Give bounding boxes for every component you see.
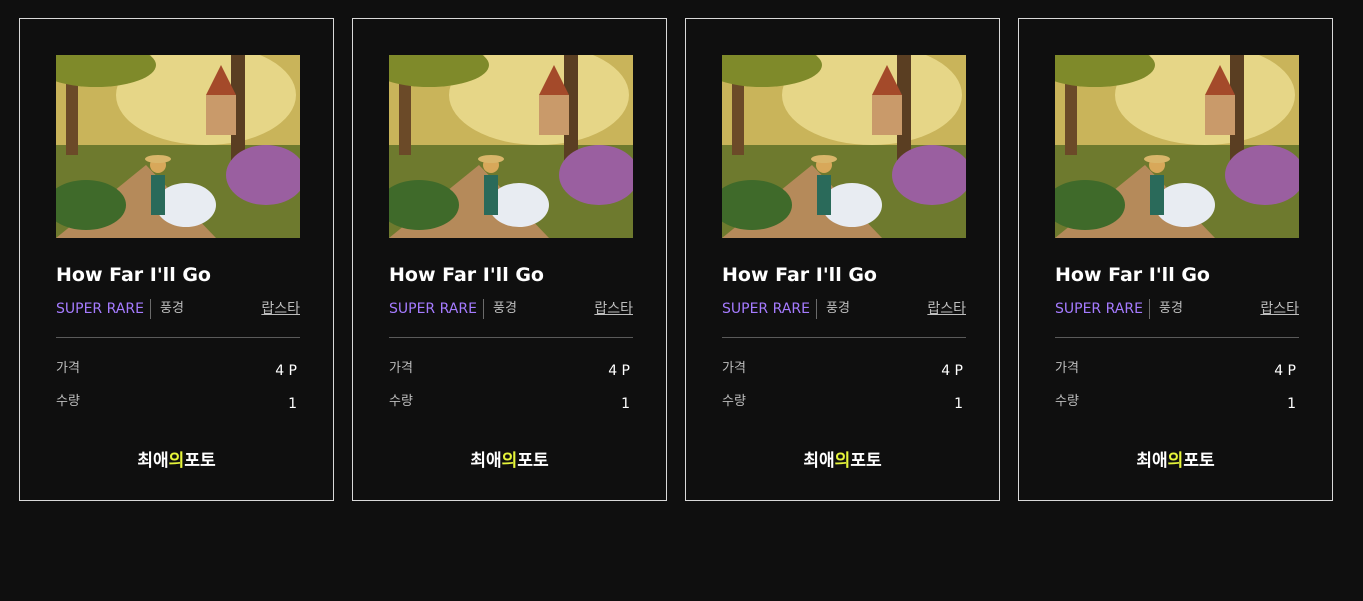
garden-painting-image xyxy=(389,55,633,238)
brand-text-post: 포토 xyxy=(1183,451,1215,471)
photo-card[interactable]: How Far I'll Go SUPER RARE 풍경 랍스타 가격 4 P… xyxy=(352,18,667,501)
brand-logo: 최애의포토 xyxy=(686,446,999,471)
card-meta: SUPER RARE 풍경 랍스타 xyxy=(1055,299,1299,319)
meta-divider xyxy=(150,299,151,319)
card-title: How Far I'll Go xyxy=(389,264,544,286)
brand-logo: 최애의포토 xyxy=(20,446,333,471)
grade-label: SUPER RARE xyxy=(389,301,477,317)
brand-text-pre: 최애 xyxy=(470,451,502,471)
quantity-label: 수량 xyxy=(389,394,413,409)
card-divider xyxy=(389,337,633,338)
price-label: 가격 xyxy=(722,361,746,376)
card-divider xyxy=(1055,337,1299,338)
quantity-row: 수량 1 xyxy=(1055,392,1296,412)
quantity-value: 1 xyxy=(288,396,297,412)
brand-logo: 최애의포토 xyxy=(1019,446,1332,471)
price-label: 가격 xyxy=(1055,361,1079,376)
photo-card[interactable]: How Far I'll Go SUPER RARE 풍경 랍스타 가격 4 P… xyxy=(685,18,1000,501)
brand-text-highlight: 의 xyxy=(1167,451,1184,471)
card-image[interactable] xyxy=(389,55,633,238)
meta-divider xyxy=(816,299,817,319)
card-title: How Far I'll Go xyxy=(722,264,877,286)
creator-link[interactable]: 랍스타 xyxy=(1260,299,1299,319)
brand-text-highlight: 의 xyxy=(834,451,851,471)
brand-text-highlight: 의 xyxy=(501,451,518,471)
quantity-label: 수량 xyxy=(722,394,746,409)
category-label: 풍경 xyxy=(826,301,850,316)
garden-painting-image xyxy=(1055,55,1299,238)
quantity-row: 수량 1 xyxy=(722,392,963,412)
photo-card[interactable]: How Far I'll Go SUPER RARE 풍경 랍스타 가격 4 P… xyxy=(1018,18,1333,501)
quantity-row: 수량 1 xyxy=(56,392,297,412)
quantity-label: 수량 xyxy=(1055,394,1079,409)
quantity-value: 1 xyxy=(954,396,963,412)
price-value: 4 P xyxy=(1274,363,1296,379)
card-meta: SUPER RARE 풍경 랍스타 xyxy=(56,299,300,319)
brand-text-pre: 최애 xyxy=(137,451,169,471)
creator-link[interactable]: 랍스타 xyxy=(261,299,300,319)
card-divider xyxy=(56,337,300,338)
category-label: 풍경 xyxy=(160,301,184,316)
card-title: How Far I'll Go xyxy=(1055,264,1210,286)
brand-text-post: 포토 xyxy=(850,451,882,471)
price-row: 가격 4 P xyxy=(1055,359,1296,379)
price-label: 가격 xyxy=(56,361,80,376)
category-label: 풍경 xyxy=(1159,301,1183,316)
brand-text-post: 포토 xyxy=(517,451,549,471)
meta-divider xyxy=(1149,299,1150,319)
price-value: 4 P xyxy=(608,363,630,379)
quantity-value: 1 xyxy=(1287,396,1296,412)
card-meta: SUPER RARE 풍경 랍스타 xyxy=(722,299,966,319)
price-label: 가격 xyxy=(389,361,413,376)
card-image[interactable] xyxy=(56,55,300,238)
creator-link[interactable]: 랍스타 xyxy=(927,299,966,319)
price-row: 가격 4 P xyxy=(389,359,630,379)
brand-text-pre: 최애 xyxy=(803,451,835,471)
brand-text-post: 포토 xyxy=(184,451,216,471)
card-title: How Far I'll Go xyxy=(56,264,211,286)
photo-card[interactable]: How Far I'll Go SUPER RARE 풍경 랍스타 가격 4 P… xyxy=(19,18,334,501)
card-divider xyxy=(722,337,966,338)
garden-painting-image xyxy=(722,55,966,238)
grade-label: SUPER RARE xyxy=(722,301,810,317)
quantity-label: 수량 xyxy=(56,394,80,409)
brand-logo: 최애의포토 xyxy=(353,446,666,471)
category-label: 풍경 xyxy=(493,301,517,316)
quantity-row: 수량 1 xyxy=(389,392,630,412)
price-row: 가격 4 P xyxy=(56,359,297,379)
creator-link[interactable]: 랍스타 xyxy=(594,299,633,319)
card-image[interactable] xyxy=(722,55,966,238)
photo-card-grid: How Far I'll Go SUPER RARE 풍경 랍스타 가격 4 P… xyxy=(19,18,1333,501)
price-row: 가격 4 P xyxy=(722,359,963,379)
grade-label: SUPER RARE xyxy=(1055,301,1143,317)
price-value: 4 P xyxy=(275,363,297,379)
brand-text-highlight: 의 xyxy=(168,451,185,471)
brand-text-pre: 최애 xyxy=(1136,451,1168,471)
garden-painting-image xyxy=(56,55,300,238)
card-meta: SUPER RARE 풍경 랍스타 xyxy=(389,299,633,319)
grade-label: SUPER RARE xyxy=(56,301,144,317)
quantity-value: 1 xyxy=(621,396,630,412)
price-value: 4 P xyxy=(941,363,963,379)
card-image[interactable] xyxy=(1055,55,1299,238)
meta-divider xyxy=(483,299,484,319)
